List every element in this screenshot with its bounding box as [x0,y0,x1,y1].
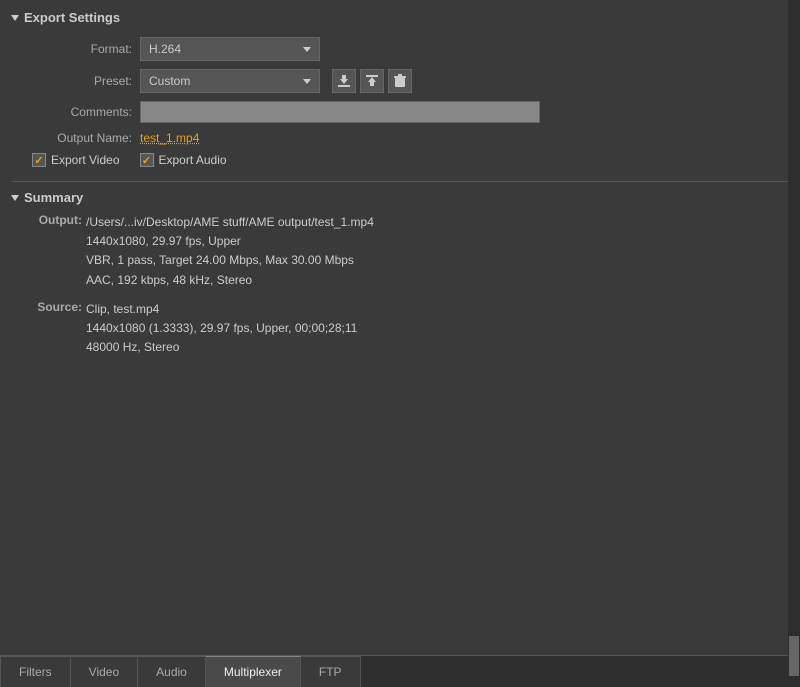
save-preset-icon [337,74,351,88]
summary-content: Output: /Users/...iv/Desktop/AME stuff/A… [12,213,788,357]
summary-source-text: Clip, test.mp4 1440x1080 (1.3333), 29.97… [86,300,357,358]
summary-output-line2: 1440x1080, 29.97 fps, Upper [86,232,374,251]
preset-row: Preset: Custom [32,69,788,93]
tab-ftp[interactable]: FTP [301,656,361,687]
format-dropdown-container: H.264 [140,37,320,61]
summary-collapse-icon[interactable] [11,195,19,201]
tab-video[interactable]: Video [71,656,138,687]
summary-output-line1: /Users/...iv/Desktop/AME stuff/AME outpu… [86,213,374,232]
comments-label: Comments: [32,105,132,119]
export-audio-checkbox[interactable]: ✓ Export Audio [140,153,227,167]
export-settings-panel: Export Settings Format: H.264 Pres [0,0,800,687]
preset-actions [332,69,412,93]
collapse-triangle-icon[interactable] [11,15,19,21]
import-preset-icon [365,74,379,88]
export-audio-checkmark-icon: ✓ [142,154,151,167]
import-preset-button[interactable] [360,69,384,93]
output-name-row: Output Name: test_1.mp4 [32,131,788,145]
section-title: Export Settings [24,10,120,25]
delete-preset-button[interactable] [388,69,412,93]
summary-source-line3: 48000 Hz, Stereo [86,338,357,357]
output-name-label: Output Name: [32,131,132,145]
summary-output-line3: VBR, 1 pass, Target 24.00 Mbps, Max 30.0… [86,251,374,270]
preset-label: Preset: [32,74,132,88]
preset-value: Custom [149,74,190,88]
format-row: Format: H.264 [32,37,788,61]
summary-source-row: Source: Clip, test.mp4 1440x1080 (1.3333… [32,300,788,358]
tab-multiplexer[interactable]: Multiplexer [206,656,301,687]
summary-output-text: /Users/...iv/Desktop/AME stuff/AME outpu… [86,213,374,290]
section-header: Export Settings [12,10,788,25]
preset-dropdown[interactable]: Custom [140,69,320,93]
comments-input[interactable] [140,101,540,123]
preset-dropdown-arrow-icon [303,79,311,84]
summary-source-line1: Clip, test.mp4 [86,300,357,319]
export-video-checkbox[interactable]: ✓ Export Video [32,153,120,167]
summary-output-row: Output: /Users/...iv/Desktop/AME stuff/A… [32,213,788,290]
tab-audio[interactable]: Audio [138,656,206,687]
export-video-checkbox-box[interactable]: ✓ [32,153,46,167]
summary-section: Summary Output: /Users/...iv/Desktop/AME… [12,181,788,357]
summary-title: Summary [24,190,83,205]
summary-output-label: Output: [32,213,82,227]
export-video-checkmark-icon: ✓ [34,154,43,167]
format-value: H.264 [149,42,181,56]
export-audio-label: Export Audio [159,153,227,167]
comments-row: Comments: [32,101,788,123]
settings-content: Export Settings Format: H.264 Pres [0,0,800,655]
tabs-bar: Filters Video Audio Multiplexer FTP [0,655,800,687]
scrollbar[interactable] [788,0,800,687]
summary-output-line4: AAC, 192 kbps, 48 kHz, Stereo [86,271,374,290]
format-label: Format: [32,42,132,56]
output-name-link[interactable]: test_1.mp4 [140,131,199,145]
summary-source-line2: 1440x1080 (1.3333), 29.97 fps, Upper, 00… [86,319,357,338]
save-preset-button[interactable] [332,69,356,93]
delete-preset-icon [393,74,407,88]
tab-filters[interactable]: Filters [0,656,71,687]
summary-header: Summary [12,181,788,205]
summary-source-label: Source: [32,300,82,314]
scrollbar-thumb[interactable] [789,636,799,676]
export-audio-checkbox-box[interactable]: ✓ [140,153,154,167]
form-rows: Format: H.264 Preset: Custom [12,37,788,145]
format-dropdown[interactable]: H.264 [140,37,320,61]
main-window: Export Settings Format: H.264 Pres [0,0,800,687]
preset-dropdown-container: Custom [140,69,320,93]
format-dropdown-arrow-icon [303,47,311,52]
checkboxes-row: ✓ Export Video ✓ Export Audio [12,153,788,167]
export-video-label: Export Video [51,153,120,167]
